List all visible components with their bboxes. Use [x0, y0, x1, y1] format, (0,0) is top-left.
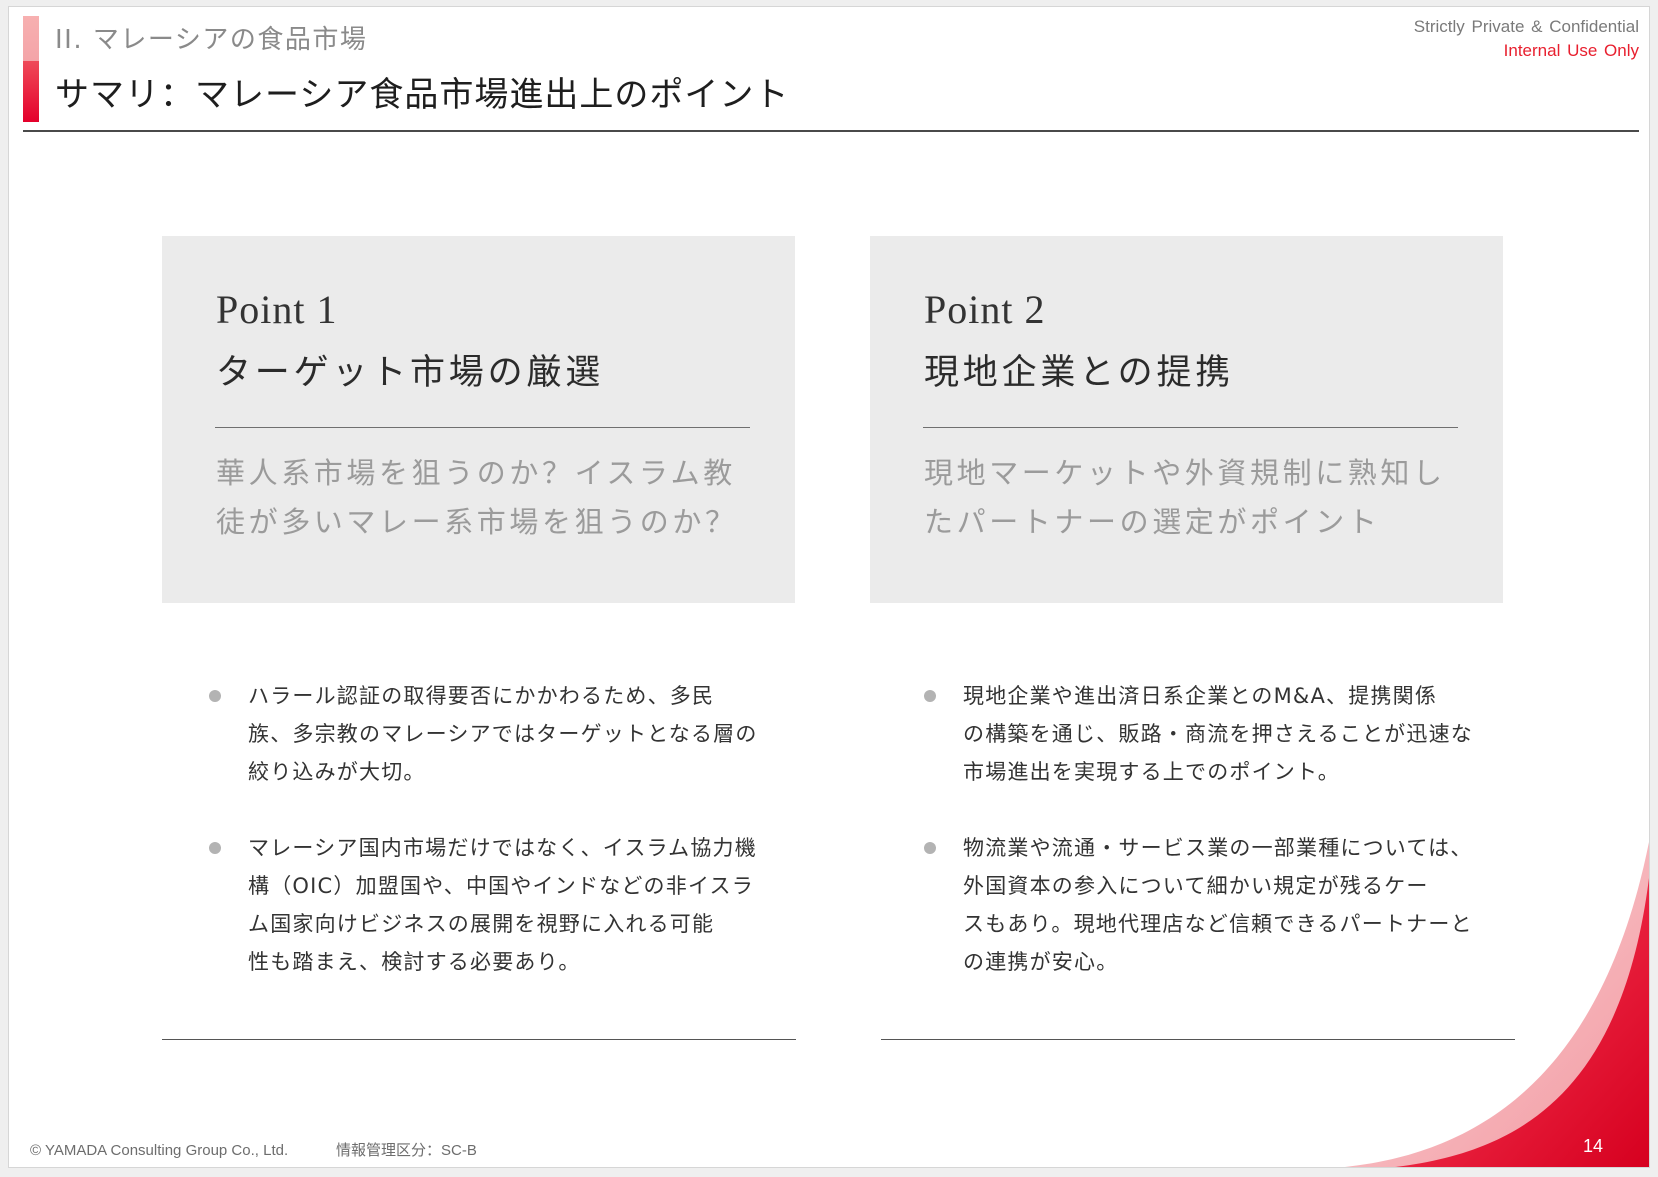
bullet-text: ハラール認証の取得要否にかかわるため、多民 族、多宗教のマレーシアではターゲット…: [248, 677, 758, 791]
bullet-line: ハラール認証の取得要否にかかわるため、多民: [248, 684, 715, 708]
bullet-dot-icon: [209, 690, 221, 702]
bullet-line: 物流業や流通・サービス業の一部業種については、: [963, 836, 1473, 860]
bullet-dot-icon: [924, 690, 936, 702]
bullet-line: 族、多宗教のマレーシアではターゲットとなる層の: [248, 722, 758, 746]
bullet-text: 現地企業や進出済日系企業とのM&A、提携関係 の構築を通じ、販路・商流を押さえる…: [963, 677, 1473, 791]
bullet-dot-icon: [209, 842, 221, 854]
accent-bar-bottom: [23, 61, 39, 122]
title-divider: [23, 130, 1639, 132]
internal-use-label: Internal Use Only: [1503, 41, 1639, 60]
copyright-text: © YAMADA Consulting Group Co., Ltd.: [30, 1142, 289, 1159]
bottom-divider-left: [162, 1039, 796, 1040]
bullet-line: 市場進出を実現する上でのポイント。: [963, 760, 1340, 784]
bullet-line: マレーシア国内市場だけではなく、イスラム協力機: [248, 836, 757, 860]
point-box-2: Point 2 現地企業との提携 現地マーケットや外資規制に熟知し たパートナー…: [870, 236, 1503, 603]
bullet-item: 現地企業や進出済日系企業とのM&A、提携関係 の構築を通じ、販路・商流を押さえる…: [924, 677, 1524, 837]
accent-bar-top: [23, 16, 39, 61]
bullet-line: の構築を通じ、販路・商流を押さえることが迅速な: [963, 722, 1473, 746]
point-question: 現地マーケットや外資規制に熟知し たパートナーの選定がポイント: [924, 449, 1446, 547]
bullet-item: マレーシア国内市場だけではなく、イスラム協力機 構（OIC）加盟国や、中国やイン…: [209, 829, 809, 989]
page-number: 14: [1583, 1136, 1604, 1156]
question-line: 華人系市場を狙うのか？イスラム教: [216, 456, 736, 490]
section-title: II. マレーシアの食品市場: [55, 25, 368, 55]
classification-text: 情報管理区分：SC-B: [336, 1142, 477, 1159]
bullet-line: スもあり。現地代理店など信頼できるパートナーと: [963, 912, 1473, 936]
bullet-item: ハラール認証の取得要否にかかわるため、多民 族、多宗教のマレーシアではターゲット…: [209, 677, 809, 837]
point-divider: [215, 427, 750, 428]
bullet-dot-icon: [924, 842, 936, 854]
bullet-line: ム国家向けビジネスの展開を視野に入れる可能: [248, 912, 715, 936]
bullet-line: の連携が安心。: [963, 950, 1119, 974]
point-divider: [923, 427, 1458, 428]
slide-title: サマリ：マレーシア食品市場進出上のポイント: [55, 75, 790, 115]
point-heading: ターゲット市場の厳選: [216, 353, 605, 393]
bullet-line: 現地企業や進出済日系企業とのM&A、提携関係: [963, 684, 1438, 708]
question-line: 徒が多いマレー系市場を狙うのか？: [216, 505, 738, 539]
bullet-item: 物流業や流通・サービス業の一部業種については、 外国資本の参入について細かい規定…: [924, 829, 1524, 989]
point-label: Point 2: [924, 287, 1046, 332]
bullet-text: 物流業や流通・サービス業の一部業種については、 外国資本の参入について細かい規定…: [963, 829, 1473, 981]
point-box-1: Point 1 ターゲット市場の厳選 華人系市場を狙うのか？イスラム教 徒が多い…: [162, 236, 795, 603]
point-question: 華人系市場を狙うのか？イスラム教 徒が多いマレー系市場を狙うのか？: [216, 449, 738, 547]
bullet-line: 外国資本の参入について細かい規定が残るケー: [963, 874, 1429, 898]
bullet-text: マレーシア国内市場だけではなく、イスラム協力機 構（OIC）加盟国や、中国やイン…: [248, 829, 757, 981]
point-label: Point 1: [216, 287, 338, 332]
bullet-line: 構（OIC）加盟国や、中国やインドなどの非イスラ: [248, 874, 754, 898]
bullet-line: 性も踏まえ、検討する必要あり。: [248, 950, 581, 974]
question-line: 現地マーケットや外資規制に熟知し: [924, 456, 1446, 490]
point-heading: 現地企業との提携: [924, 353, 1235, 393]
bullet-line: 絞り込みが大切。: [248, 760, 426, 784]
question-line: たパートナーの選定がポイント: [924, 505, 1381, 539]
bottom-divider-right: [881, 1039, 1515, 1040]
confidentiality-label: Strictly Private & Confidential: [1413, 17, 1639, 36]
